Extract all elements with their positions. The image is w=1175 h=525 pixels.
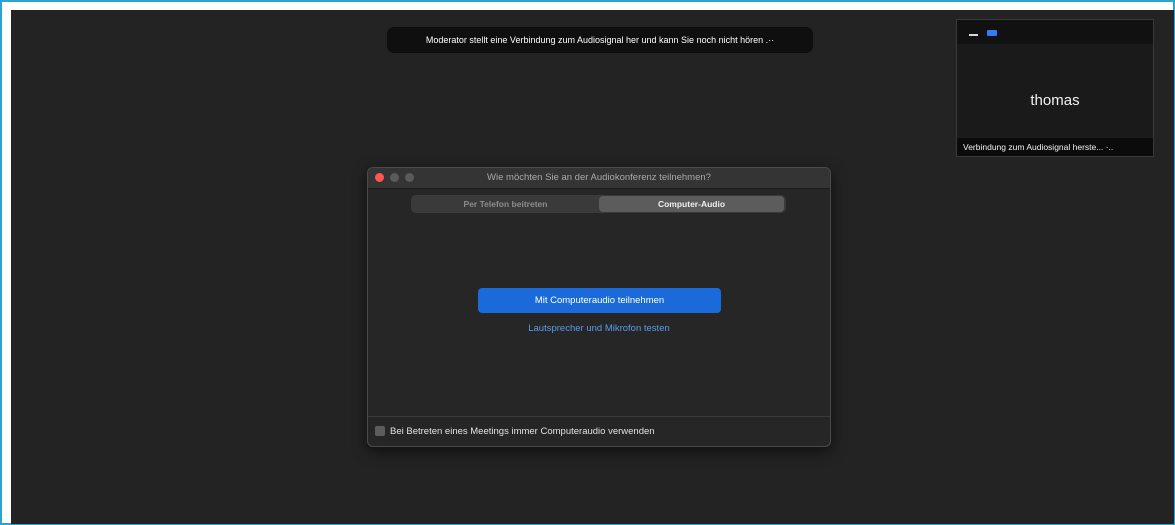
tab-phone-join[interactable]: Per Telefon beitreten [413,196,598,212]
expand-video-icon[interactable] [987,30,997,36]
tab-computer-audio[interactable]: Computer-Audio [599,196,784,212]
screenshot-frame: Moderator stellt eine Verbindung zum Aud… [0,0,1175,525]
participant-name: thomas [1030,92,1080,109]
minimize-icon[interactable] [969,34,978,36]
participant-audio-status: Verbindung zum Audiosignal herste... ·.. [957,138,1153,156]
thumbnail-toolbar [957,20,1153,44]
audio-connection-notification: Moderator stellt eine Verbindung zum Aud… [387,27,813,53]
dialog-titlebar: Wie möchten Sie an der Audiokonferenz te… [368,168,830,189]
audio-mode-tabs: Per Telefon beitreten Computer-Audio [411,195,786,213]
dialog-footer: Bei Betreten eines Meetings immer Comput… [368,416,830,446]
test-speaker-microphone-link[interactable]: Lautsprecher und Mikrofon testen [368,323,830,334]
participant-thumbnail: thomas Verbindung zum Audiosignal herste… [956,19,1154,157]
dialog-title: Wie möchten Sie an der Audiokonferenz te… [487,172,711,183]
audio-join-dialog: Wie möchten Sie an der Audiokonferenz te… [367,167,831,447]
join-with-computer-audio-button[interactable]: Mit Computeraudio teilnehmen [478,288,721,313]
always-computer-audio-label: Bei Betreten eines Meetings immer Comput… [390,426,655,437]
always-computer-audio-checkbox[interactable] [375,426,385,436]
